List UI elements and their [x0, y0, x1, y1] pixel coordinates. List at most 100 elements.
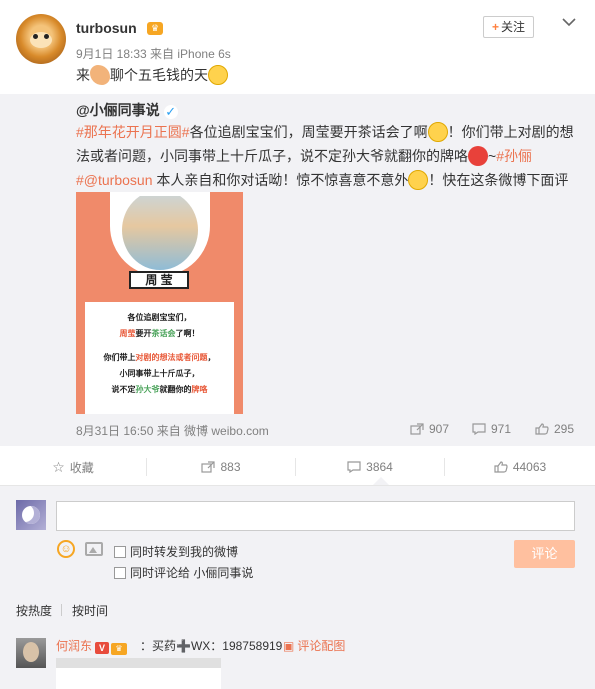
- image-text: 就翻你的: [159, 385, 192, 394]
- image-highlight: 周莹: [119, 329, 136, 338]
- image-text: 说不定: [111, 385, 136, 394]
- comment-image-link-label: 评论配图: [297, 639, 346, 653]
- post-text: 来 聊个五毛钱的天: [76, 65, 228, 85]
- portrait-frame: [110, 192, 210, 276]
- comment-image-preview[interactable]: [56, 658, 221, 689]
- repost-checkbox[interactable]: [114, 546, 126, 558]
- submit-comment-button[interactable]: 评论: [514, 540, 575, 568]
- preview-bar: [56, 658, 221, 668]
- image-text-card: 各位追剧宝宝们， 周莹要开茶话会了啊！ 你们带上对剧的想法或者问题， 小同事带上…: [85, 302, 234, 414]
- repost-likes[interactable]: 295: [535, 422, 574, 436]
- divider: [61, 604, 62, 616]
- image-line: 说不定孙大爷就翻你的牌咯: [85, 384, 234, 396]
- image-highlight: 茶话会: [151, 329, 176, 338]
- repost-author-name[interactable]: @小俪同事说: [76, 102, 160, 118]
- comment-button[interactable]: 3864: [296, 448, 444, 486]
- repost-icon: [201, 461, 216, 473]
- vip-badge-icon[interactable]: ♛: [147, 22, 163, 35]
- post-text-part: 来: [76, 67, 90, 83]
- comment-icon: [347, 461, 361, 473]
- verified-icon: ✓: [163, 104, 178, 119]
- image-upload-icon[interactable]: [85, 542, 103, 556]
- comment-input[interactable]: [56, 501, 575, 531]
- follow-button[interactable]: + 关注: [483, 16, 534, 38]
- favorite-button[interactable]: ☆ 收藏: [0, 448, 146, 486]
- action-bar: ☆ 收藏 883 3864 44063: [0, 448, 595, 486]
- laugh-emoji-icon: [427, 122, 448, 142]
- image-highlight: 孙大爷: [135, 385, 160, 394]
- repost-icon: [410, 423, 424, 435]
- topic-link[interactable]: #那年花开月正圆#: [76, 124, 190, 140]
- follow-label: 关注: [501, 20, 526, 34]
- comment-to-checkbox[interactable]: [114, 567, 126, 579]
- heart-emoji-icon: [468, 146, 488, 166]
- like-count: 295: [554, 422, 575, 436]
- mention-link[interactable]: @turbosun: [84, 172, 153, 188]
- repost-button[interactable]: 883: [147, 448, 295, 486]
- repost-reposts[interactable]: 907: [410, 422, 449, 436]
- comment-image-link[interactable]: ▣ 评论配图: [283, 637, 345, 654]
- avatar-head: [23, 642, 39, 662]
- image-line: 周莹要开茶话会了啊！: [85, 328, 234, 340]
- emoji-icon[interactable]: ☺: [57, 540, 75, 558]
- image-nameplate: 周 莹: [129, 271, 189, 289]
- image-text: 了啊！: [175, 329, 200, 338]
- plus-icon: +: [491, 20, 499, 34]
- image-text: 你们带上: [103, 353, 136, 362]
- thumbs-up-icon: [494, 461, 508, 473]
- comment-count: 971: [491, 422, 512, 436]
- vip-badge-icon: ♛: [111, 643, 128, 655]
- image-line: 小同事带上十斤瓜子，: [119, 369, 200, 378]
- repost-text-part: 各位追剧宝宝们，周莹要开茶话会了啊: [189, 124, 428, 140]
- repost-comments[interactable]: 971: [472, 422, 511, 436]
- repost-checkbox-row[interactable]: 同时转发到我的微博: [114, 543, 238, 560]
- repost-image[interactable]: 周 莹 各位追剧宝宝们， 周莹要开茶话会了啊！ 你们带上对剧的想法或者问题， 小…: [76, 192, 243, 414]
- comment-to-checkbox-label: 同时评论给 小俪同事说: [130, 566, 254, 580]
- image-line: 各位追剧宝宝们，: [127, 313, 192, 322]
- comment-area: ☺ 同时转发到我的微博 同时评论给 小俪同事说 评论 按热度 按时间 何润东 V ♛…: [0, 486, 595, 689]
- avatar-eye: [44, 34, 49, 39]
- repost-count: 883: [220, 460, 241, 474]
- cat-emoji-icon: [208, 65, 228, 85]
- sort-by-time[interactable]: 按时间: [72, 602, 108, 619]
- favorite-label: 收藏: [69, 461, 94, 475]
- my-avatar[interactable]: [16, 500, 46, 530]
- commenter-name-text[interactable]: 何润东: [56, 639, 92, 653]
- image-line: 你们带上对剧的想法或者问题，: [85, 352, 234, 364]
- weibo-card: turbosun ♛ 9月1日 18:33 来自 iPhone 6s + 关注 来…: [0, 0, 595, 689]
- comment-count: 3864: [366, 460, 393, 474]
- image-highlight: 牌咯: [191, 385, 208, 394]
- repost-text-part: ~: [488, 148, 497, 164]
- active-tab-indicator: [373, 477, 389, 485]
- sort-by-hot[interactable]: 按热度: [16, 602, 52, 619]
- smile-emoji-icon: [408, 170, 429, 190]
- author-avatar[interactable]: [16, 14, 66, 64]
- image-highlight: 对剧的想法或者问题: [135, 353, 208, 362]
- like-count: 44063: [512, 460, 547, 474]
- author-name[interactable]: turbosun: [76, 20, 137, 36]
- verified-v-icon: V: [95, 642, 110, 654]
- comment-icon: [472, 423, 486, 435]
- comment-text: ：买药➕WX：198758919: [140, 639, 283, 653]
- like-button[interactable]: 44063: [445, 448, 595, 486]
- image-text: ，: [207, 353, 216, 362]
- moon-icon: [22, 506, 40, 524]
- post-text-part: 聊个五毛钱的天: [110, 67, 208, 83]
- portrait-image: [122, 196, 198, 270]
- commenter-name[interactable]: 何润东 V ♛: [56, 637, 128, 655]
- repost-block: @小俪同事说 ✓ #那年花开月正圆# 各位追剧宝宝们， 周莹要开茶话会了啊 ！ 你们带上对…: [0, 94, 595, 446]
- chevron-down-icon[interactable]: [560, 14, 578, 32]
- comment-to-checkbox-row[interactable]: 同时评论给 小俪同事说: [114, 564, 253, 581]
- avatar-eye: [33, 34, 38, 39]
- star-icon: ☆: [52, 459, 65, 475]
- repost-count: 907: [429, 422, 450, 436]
- thumbs-up-icon: [535, 423, 549, 435]
- repost-meta: 8月31日 16:50 来自 微博 weibo.com: [76, 424, 269, 438]
- image-text: 要开: [135, 329, 152, 338]
- sort-bar: 按热度 按时间: [0, 594, 595, 624]
- image-icon: ▣: [283, 639, 295, 653]
- hand-emoji-icon: [90, 65, 110, 85]
- repost-text-part: 本人亲自和你对话呦！惊不惊喜意不意外: [152, 172, 409, 188]
- commenter-avatar[interactable]: [16, 638, 46, 668]
- repost-author[interactable]: @小俪同事说 ✓: [76, 100, 178, 120]
